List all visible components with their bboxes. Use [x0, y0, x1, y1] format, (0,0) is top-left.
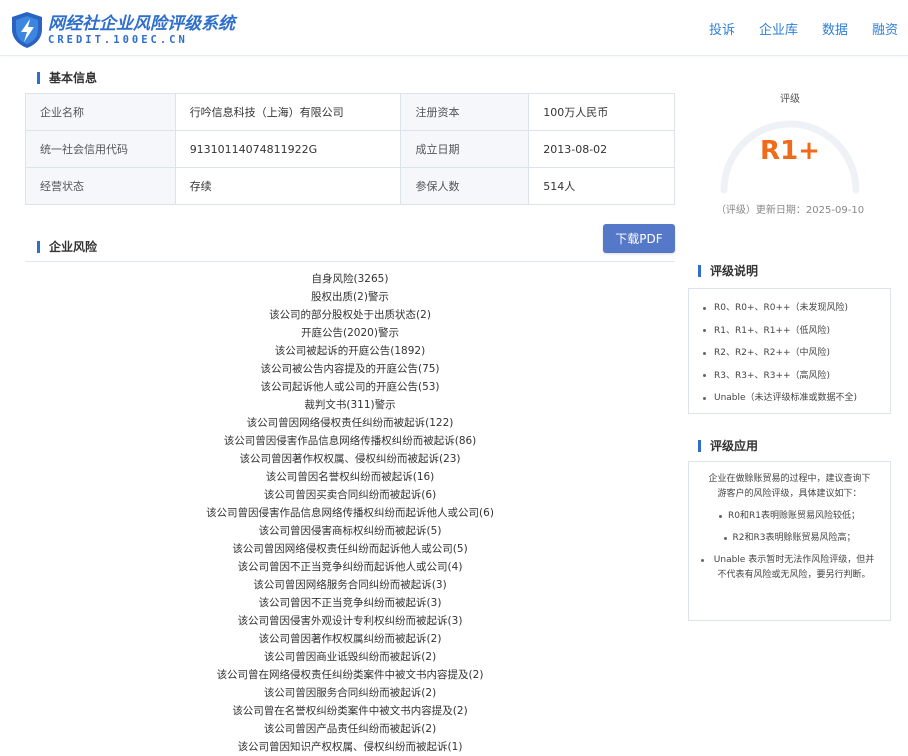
legend-title: 评级说明: [710, 264, 759, 278]
risk-item: 该公司曾因侵害作品信息网络传播权纠纷而起诉他人或公司(6): [206, 507, 494, 519]
heading-accent-bar: [37, 71, 40, 84]
risk-item: 裁判文书(311)警示: [304, 399, 396, 411]
risk-item: 自身风险(3265): [311, 273, 389, 285]
legend-item: R0、R0+、R0++（未发现风险): [703, 297, 890, 320]
nav-company-db[interactable]: 企业库: [759, 19, 798, 38]
risk-item: 该公司的部分股权处于出质状态(2): [269, 309, 431, 321]
value-registered-capital: 100万人民币: [528, 93, 675, 131]
risk-item: 该公司曾因商业诋毁纠纷而被起诉(2): [263, 651, 437, 663]
risk-item: 该公司曾在名誉权纠纷类案件中被文书内容提及(2): [232, 705, 468, 717]
risk-item: 该公司曾因不正当竞争纠纷而起诉他人或公司(4): [237, 561, 463, 573]
risk-item: 该公司曾因名誉权纠纷而被起诉(16): [265, 471, 435, 483]
risk-item: 该公司曾因买卖合同纠纷而被起诉(6): [263, 489, 437, 501]
nav-financing[interactable]: 融资: [872, 19, 898, 38]
bullet-icon: [703, 329, 706, 333]
label-company-name: 企业名称: [25, 93, 176, 131]
risk-item: 该公司曾因侵害外观设计专利权纠纷而被起诉(3): [237, 615, 463, 627]
legend-item: R1、R1+、R1++（低风险): [703, 320, 890, 343]
logo-title-cn: 网经社企业风险评级系统: [48, 14, 235, 34]
risk-item: 该公司曾因著作权权属、侵权纠纷而被起诉(23): [239, 453, 461, 465]
legend-item-text: R0、R0+、R0++（未发现风险): [714, 303, 849, 314]
risk-list: 自身风险(3265) 股权出质(2)警示该公司的部分股权处于出质状态(2) 开庭公告…: [25, 270, 675, 756]
risk-item: 该公司曾因网络侵权责任纠纷而起诉他人或公司(5): [232, 543, 468, 555]
legend-item: Unable（未达评级标准或数据不全): [703, 387, 890, 410]
risk-item: 该公司曾因侵害商标权纠纷而被起诉(5): [258, 525, 442, 537]
rating-label: 评级: [780, 94, 800, 105]
risk-item: 该公司曾在网络侵权责任纠纷类案件中被文书内容提及(2): [216, 669, 484, 681]
bullet-icon: [703, 396, 706, 400]
divider: [25, 261, 675, 262]
value-credit-code: 91310114074811922G: [174, 130, 402, 168]
risk-item: 该公司被起诉的开庭公告(1892): [274, 345, 426, 357]
rating-application-box: 企业在做赊账贸易的过程中，建议查询下游客户的风险评级，具体建议如下： R0和R1…: [688, 461, 891, 621]
risk-heading: 企业风险: [37, 238, 97, 255]
legend-item-text: R2、R2+、R2++（中风险): [714, 348, 831, 359]
legend-item: R3、R3+、R3++（高风险): [703, 365, 890, 388]
legend-item-text: R3、R3+、R3++（高风险): [714, 370, 831, 381]
application-item: R0和R1表明赊账贸易风险较低；: [701, 509, 878, 524]
bullet-icon: [701, 559, 704, 562]
label-business-status: 经营状态: [25, 167, 176, 205]
basic-info-table: 企业名称 行吟信息科技（上海）有限公司 注册资本 100万人民币 统一社会信用代…: [25, 93, 675, 205]
label-insured-count: 参保人数: [400, 167, 530, 205]
application-item-text: R2和R3表明赊账贸易风险高；: [732, 533, 856, 543]
legend-item-text: R1、R1+、R1++（低风险): [714, 325, 831, 336]
risk-item: 股权出质(2)警示: [311, 291, 389, 303]
rating-update-date: （评级）更新日期：2025-09-10: [715, 205, 865, 216]
nav-data[interactable]: 数据: [822, 19, 848, 38]
risk-item: 该公司曾因侵害作品信息网络传播权纠纷而被起诉(86): [223, 435, 477, 447]
heading-accent-bar: [698, 439, 701, 452]
risk-item: 该公司起诉他人或公司的开庭公告(53): [260, 381, 440, 393]
label-credit-code: 统一社会信用代码: [25, 130, 176, 168]
rating-gauge: 评级 R1+: [710, 86, 870, 196]
site-logo[interactable]: 网经社企业风险评级系统 CREDIT.100EC.CN: [10, 10, 235, 50]
shield-logo-icon: [12, 12, 42, 48]
legend-item-text: Unable（未达评级标准或数据不全): [714, 393, 858, 404]
nav-complaint[interactable]: 投诉: [709, 19, 735, 38]
logo-title-en: CREDIT.100EC.CN: [48, 34, 188, 46]
risk-item: 该公司曾因网络服务合同纠纷而被起诉(3): [253, 579, 447, 591]
value-insured-count: 514人: [528, 167, 675, 205]
application-intro: 企业在做赊账贸易的过程中，建议查询下游客户的风险评级，具体建议如下：: [708, 474, 871, 499]
value-company-name: 行吟信息科技（上海）有限公司: [174, 93, 402, 131]
main-nav: 投诉 企业库 数据 融资: [685, 0, 908, 56]
risk-item: 该公司曾因知识产权权属、侵权纠纷而被起诉(1): [237, 741, 463, 753]
risk-item: 该公司曾因服务合同纠纷而被起诉(2): [263, 687, 437, 699]
legend-heading: 评级说明: [698, 262, 758, 279]
label-registered-capital: 注册资本: [400, 93, 530, 131]
basic-info-heading: 基本信息: [37, 69, 97, 86]
table-row: 企业名称 行吟信息科技（上海）有限公司 注册资本 100万人民币: [25, 93, 675, 131]
application-item: R2和R3表明赊账贸易风险高；: [701, 531, 878, 546]
risk-item: 开庭公告(2020)警示: [301, 327, 399, 339]
table-row: 经营状态 存续 参保人数 514人: [25, 167, 675, 205]
rating-legend-box: R0、R0+、R0++（未发现风险) R1、R1+、R1++（低风险) R2、R…: [688, 288, 891, 414]
bullet-icon: [703, 306, 706, 310]
application-item-text: Unable 表示暂时无法作风险评级，但并不代表有风险或无风险，要另行判断。: [713, 555, 875, 580]
risk-item: 该公司曾因网络侵权责任纠纷而被起诉(122): [246, 417, 454, 429]
value-founded-date: 2013-08-02: [528, 130, 675, 168]
rating-grade: R1+: [760, 136, 820, 166]
table-row: 统一社会信用代码 91310114074811922G 成立日期 2013-08…: [25, 130, 675, 168]
application-item: Unable 表示暂时无法作风险评级，但并不代表有风险或无风险，要另行判断。: [701, 553, 878, 583]
risk-item: 该公司被公告内容提及的开庭公告(75): [260, 363, 440, 375]
label-founded-date: 成立日期: [400, 130, 530, 168]
bullet-icon: [703, 374, 706, 378]
top-header: 网经社企业风险评级系统 CREDIT.100EC.CN 投诉 企业库 数据 融资: [0, 0, 908, 56]
basic-info-title: 基本信息: [49, 71, 98, 85]
risk-item: 该公司曾因不正当竞争纠纷而被起诉(3): [258, 597, 442, 609]
bullet-icon: [719, 515, 723, 518]
application-heading: 评级应用: [698, 437, 758, 454]
download-pdf-button[interactable]: 下载PDF: [603, 224, 675, 253]
heading-accent-bar: [698, 264, 701, 277]
heading-accent-bar: [37, 240, 40, 253]
risk-item: 该公司曾因产品责任纠纷而被起诉(2): [263, 723, 437, 735]
application-item-text: R0和R1表明赊账贸易风险较低；: [728, 511, 860, 521]
risk-item: 该公司曾因著作权权属纠纷而被起诉(2): [258, 633, 442, 645]
risk-title: 企业风险: [49, 240, 98, 254]
application-title: 评级应用: [710, 439, 759, 453]
bullet-icon: [723, 537, 727, 540]
legend-item: R2、R2+、R2++（中风险): [703, 342, 890, 365]
bullet-icon: [703, 351, 706, 355]
value-business-status: 存续: [174, 167, 402, 205]
